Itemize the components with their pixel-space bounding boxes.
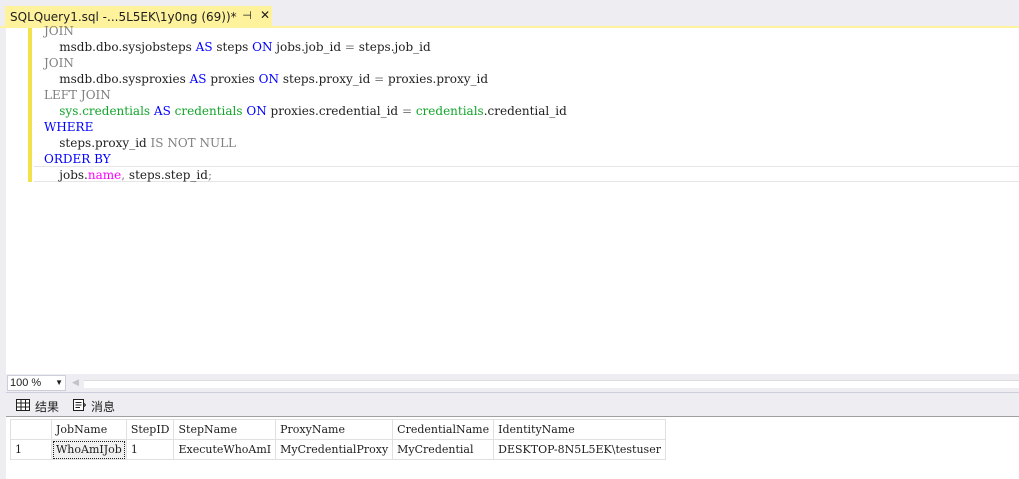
- column-header[interactable]: JobName: [51, 419, 127, 440]
- table-cell[interactable]: 1: [125, 439, 175, 460]
- header-row: JobName StepID StepName ProxyName Creden…: [10, 419, 666, 440]
- zoom-value: 100 %: [10, 377, 42, 389]
- code-line: JOIN: [44, 56, 74, 70]
- chevron-down-icon[interactable]: ▼: [55, 376, 63, 390]
- zoom-bar: 100 % ▼ ◀: [0, 374, 1019, 392]
- column-header[interactable]: StepName: [173, 419, 277, 440]
- table-row[interactable]: 1 WhoAmIJob 1 ExecuteWhoAmI MyCredential…: [10, 439, 666, 460]
- change-tracking-bar: [28, 28, 32, 182]
- tab-messages[interactable]: 消息: [73, 397, 115, 415]
- results-grid[interactable]: JobName StepID StepName ProxyName Creden…: [6, 416, 1019, 479]
- editor-left-margin: [0, 28, 6, 374]
- column-header[interactable]: IdentityName: [493, 419, 666, 440]
- tab-results[interactable]: 结果: [16, 397, 59, 415]
- table-cell[interactable]: MyCredentialProxy: [275, 439, 394, 460]
- scroll-left-icon[interactable]: ◀: [72, 377, 79, 388]
- code-line: JOIN: [44, 24, 74, 38]
- close-icon[interactable]: ✕: [258, 8, 272, 22]
- tab-messages-label: 消息: [91, 399, 116, 414]
- pin-icon[interactable]: ⊣: [240, 9, 254, 22]
- grid-icon: [16, 398, 30, 414]
- code-line: msdb.dbo.sysjobsteps AS steps ON jobs.jo…: [59, 40, 431, 54]
- sql-editor[interactable]: JOIN msdb.dbo.sysjobsteps AS steps ON jo…: [0, 24, 1019, 374]
- table-cell[interactable]: DESKTOP-8N5L5EK\testuser: [493, 439, 666, 460]
- code-block[interactable]: JOIN msdb.dbo.sysjobsteps AS steps ON jo…: [44, 23, 567, 183]
- column-header[interactable]: ProxyName: [275, 419, 394, 440]
- column-header[interactable]: StepID: [125, 419, 175, 440]
- code-line: WHERE: [44, 120, 94, 134]
- code-line: jobs.name, steps.step_id;: [59, 168, 212, 182]
- corner-cell[interactable]: [10, 419, 52, 440]
- table-cell[interactable]: MyCredential: [392, 439, 495, 460]
- code-line: ORDER BY: [44, 152, 111, 166]
- horizontal-scrollbar[interactable]: [84, 380, 1019, 388]
- column-header[interactable]: CredentialName: [392, 419, 495, 440]
- code-line: steps.proxy_id IS NOT NULL: [59, 136, 237, 150]
- row-number[interactable]: 1: [10, 439, 52, 460]
- table-cell[interactable]: WhoAmIJob: [51, 439, 127, 460]
- code-line: sys.credentials AS credentials ON proxie…: [59, 104, 567, 118]
- query-tab-title: SQLQuery1.sql -...5L5EK\1y0ng (69))*: [10, 10, 237, 24]
- results-table[interactable]: JobName StepID StepName ProxyName Creden…: [10, 419, 666, 460]
- zoom-dropdown[interactable]: 100 % ▼: [7, 375, 66, 391]
- results-tab-strip: 结果 消息: [6, 392, 1019, 417]
- code-line: LEFT JOIN: [44, 88, 111, 102]
- messages-icon: [73, 398, 87, 414]
- code-line: msdb.dbo.sysproxies AS proxies ON steps.…: [59, 72, 489, 86]
- tab-results-label: 结果: [35, 399, 60, 414]
- table-cell[interactable]: ExecuteWhoAmI: [173, 439, 277, 460]
